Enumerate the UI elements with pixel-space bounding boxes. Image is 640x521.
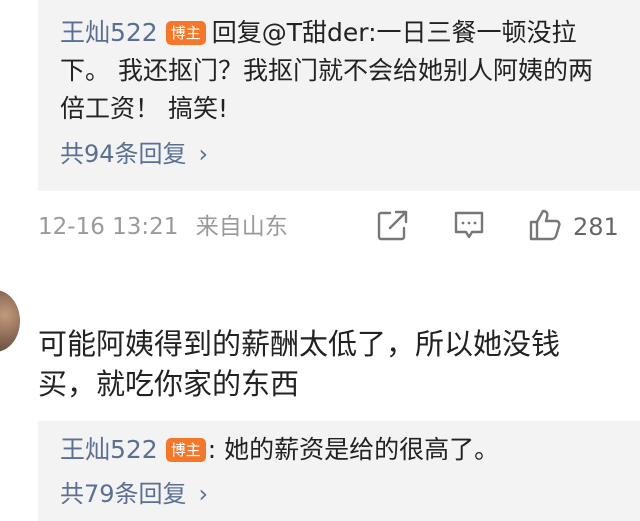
blogger-badge: 博主	[165, 21, 206, 45]
chevron-right-icon: ›	[198, 140, 209, 168]
reply-text: : 她的薪资是给的很高了。	[207, 435, 500, 464]
comment-text: 可能阿姨得到的薪酬太低了，所以她没钱买，就吃你家的东西	[38, 327, 561, 401]
reply-username[interactable]: 王灿522	[60, 18, 158, 47]
more-replies-label: 共94条回复	[60, 140, 187, 168]
like-count: 281	[573, 213, 619, 241]
avatar[interactable]	[0, 290, 20, 352]
comment-datetime: 12-16 13:21	[38, 214, 179, 240]
reply-username[interactable]: 王灿522	[60, 435, 158, 464]
reply-content: 王灿522 博主: 她的薪资是给的很高了。	[60, 431, 630, 469]
more-replies-link[interactable]: 共79条回复 ›	[60, 479, 208, 509]
reply-block: 王灿522 博主 回复@T甜der:一日三餐一顿没拉下。 我还抠门？我抠门就不会给她…	[38, 0, 640, 191]
reply-content: 王灿522 博主 回复@T甜der:一日三餐一顿没拉下。 我还抠门？我抠门就不会给她…	[60, 14, 610, 128]
comment-source: 来自山东	[195, 214, 288, 240]
like-icon[interactable]	[528, 208, 562, 246]
blogger-badge: 博主	[165, 438, 206, 462]
comment-icon[interactable]	[452, 208, 486, 246]
more-replies-link[interactable]: 共94条回复 ›	[60, 139, 208, 169]
comment-meta: 12-16 13:21 来自山东	[38, 210, 288, 244]
share-icon[interactable]	[376, 208, 408, 246]
more-replies-label: 共79条回复	[60, 480, 187, 508]
chevron-right-icon: ›	[198, 480, 209, 508]
reply-block: 王灿522 博主: 她的薪资是给的很高了。 共79条回复 ›	[38, 421, 640, 521]
